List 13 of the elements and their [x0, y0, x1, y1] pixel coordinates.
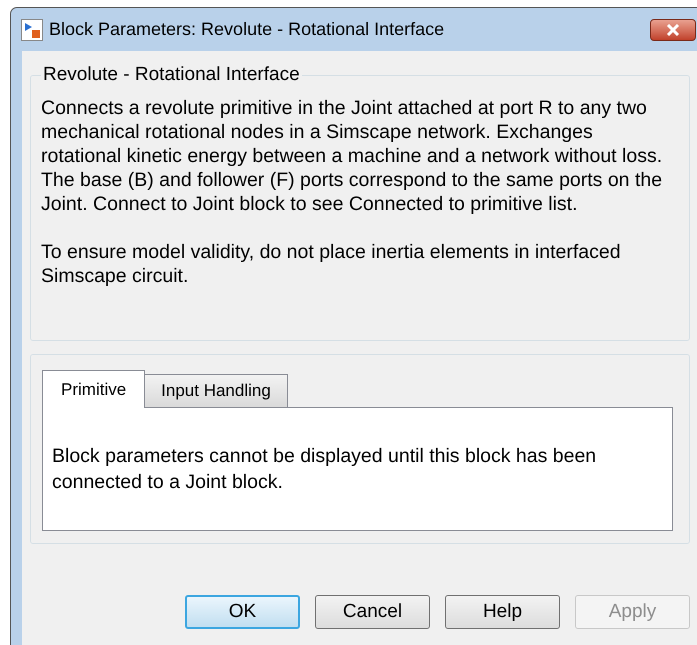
- description-text: Connects a revolute primitive in the Joint attached at port R to any two mechanical rotational nodes in a Simscape network. Exchanges rotational kinetic energy between a machine and a network without loss. The base (B) and follower (F) ports correspond to the same ports on the Joint. Connect to Joint block to see Connected to primitive list.: [41, 96, 664, 216]
- close-button[interactable]: [650, 18, 696, 40]
- window-title: Block Parameters: Revolute - Rotational Interface: [49, 18, 444, 41]
- dialog-button[interactable]: Cancel: [315, 595, 430, 629]
- tab[interactable]: Input Handling: [145, 374, 288, 407]
- description-text: To ensure model validity, do not place inertia elements in interfaced Simscape circuit.: [41, 240, 622, 288]
- dialog-button[interactable]: OK: [185, 595, 300, 629]
- tab[interactable]: Primitive: [42, 370, 146, 408]
- group-title: Revolute - Rotational Interface: [43, 64, 300, 85]
- block-icon: [21, 18, 43, 40]
- message-text: Block parameters cannot be displayed until this block has been connected to a Joint block.: [52, 444, 598, 495]
- dialog-button[interactable]: Help: [445, 595, 560, 629]
- close-icon: [666, 24, 680, 36]
